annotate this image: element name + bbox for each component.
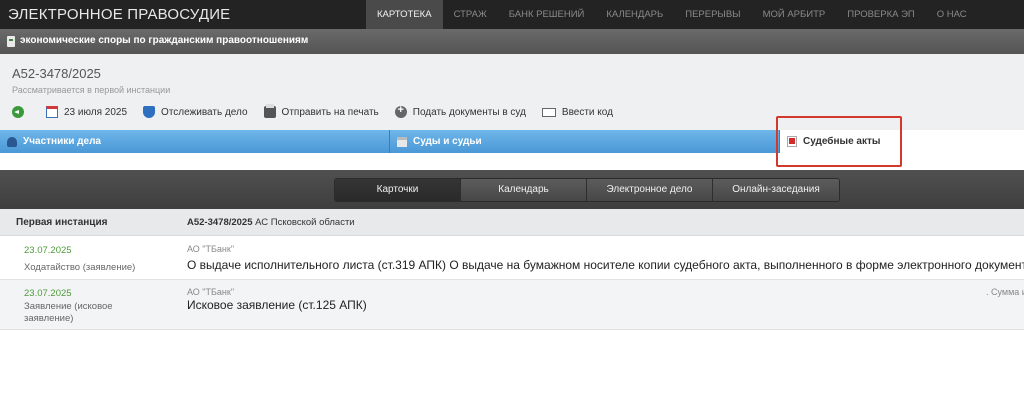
instance-header: Первая инстанция А52-3478/2025 АС Псковс…: [0, 209, 1024, 236]
track-case-label: Отслеживать дело: [161, 106, 248, 118]
calendar-icon: [46, 106, 58, 118]
plus-circle-icon: [394, 104, 407, 118]
nav-item-kalendar[interactable]: КАЛЕНДАРЬ: [595, 0, 674, 29]
calendar-date-label: 23 июля 2025: [64, 106, 128, 118]
submit-documents-button[interactable]: Подать документы в суд: [394, 104, 526, 118]
court-acts-highlight-box: [776, 116, 902, 167]
case-number: А52-3478/2025: [12, 66, 101, 81]
document-title[interactable]: О выдаче исполнительного листа (ст.319 А…: [187, 258, 1024, 272]
track-case-button[interactable]: Отслеживать дело: [143, 106, 248, 118]
back-arrow-icon: [12, 106, 24, 118]
print-label: Отправить на печать: [281, 106, 379, 118]
tab-participants[interactable]: Участники дела: [0, 130, 390, 153]
main-nav: КАРТОТЕКА СТРАЖ БАНК РЕШЕНИЙ КАЛЕНДАРЬ П…: [366, 0, 978, 29]
document-date: 23.07.2025: [24, 288, 72, 299]
document-date: 23.07.2025: [24, 245, 72, 256]
nav-item-o-nas[interactable]: О НАС: [926, 0, 978, 29]
document-party: АО "ТБанк": [187, 244, 235, 254]
enter-code-label: Ввести код: [561, 106, 613, 118]
document-row[interactable]: 23.07.2025 Заявление (исковое заявление)…: [0, 280, 1024, 330]
calendar-date-button[interactable]: 23 июля 2025: [46, 106, 127, 118]
tab-courts-judges[interactable]: Суды и судьи: [390, 130, 780, 153]
document-type: Заявление (исковое заявление): [24, 301, 113, 324]
segment-electronic-case[interactable]: Электронное дело: [587, 179, 713, 201]
print-button[interactable]: Отправить на печать: [263, 104, 379, 118]
document-type: Ходатайство (заявление): [24, 262, 136, 273]
segment-online-hearings[interactable]: Онлайн-заседания: [713, 179, 839, 201]
segment-calendar[interactable]: Календарь: [461, 179, 587, 201]
case-status: Рассматривается в первой инстанции: [12, 85, 171, 95]
instance-court-name: АС Псковской области: [255, 217, 355, 228]
tab-courts-judges-label: Суды и судьи: [413, 136, 482, 147]
nav-item-kartoteka[interactable]: КАРТОТЕКА: [366, 0, 443, 29]
case-toolbar: 23 июля 2025 Отслеживать дело Отправить …: [12, 104, 629, 120]
nav-item-moy-arbitr[interactable]: МОЙ АРБИТР: [752, 0, 837, 29]
case-category-bar: экономические споры по гражданским право…: [0, 29, 1024, 54]
category-document-icon: [7, 36, 15, 47]
document-row[interactable]: 23.07.2025 Ходатайство (заявление) АО "Т…: [0, 237, 1024, 280]
nav-item-proverka-ep[interactable]: ПРОВЕРКА ЭП: [836, 0, 926, 29]
keyboard-icon: [541, 107, 556, 117]
back-button[interactable]: [12, 106, 30, 118]
person-icon: [7, 136, 17, 147]
submit-documents-label: Подать документы в суд: [412, 106, 526, 118]
segment-cards[interactable]: Карточки: [335, 179, 461, 201]
document-claim-amount: . Сумма и: [986, 287, 1024, 297]
view-switch-bar: Карточки Календарь Электронное дело Онла…: [0, 170, 1024, 209]
tab-participants-label: Участники дела: [23, 136, 101, 147]
nav-item-pereryvy[interactable]: ПЕРЕРЫВЫ: [674, 0, 751, 29]
view-switch-group: Карточки Календарь Электронное дело Онла…: [334, 178, 840, 202]
document-party: АО "ТБанк": [187, 287, 235, 297]
site-logo[interactable]: ЭЛЕКТРОННОЕ ПРАВОСУДИЕ: [8, 6, 230, 23]
enter-code-button[interactable]: Ввести код: [541, 106, 613, 118]
instance-case-number: А52-3478/2025: [187, 217, 253, 228]
courthouse-icon: [397, 136, 407, 147]
printer-icon: [263, 104, 276, 118]
instance-case-info[interactable]: А52-3478/2025 АС Псковской области: [187, 217, 355, 228]
top-navigation-bar: ЭЛЕКТРОННОЕ ПРАВОСУДИЕ КАРТОТЕКА СТРАЖ Б…: [0, 0, 1024, 29]
nav-item-strazh[interactable]: СТРАЖ: [443, 0, 498, 29]
shield-icon: [143, 106, 156, 118]
instance-label: Первая инстанция: [16, 217, 108, 228]
case-category-label: экономические споры по гражданским право…: [20, 35, 309, 46]
nav-item-bank-resheniy[interactable]: БАНК РЕШЕНИЙ: [498, 0, 596, 29]
document-title[interactable]: Исковое заявление (ст.125 АПК): [187, 298, 367, 312]
